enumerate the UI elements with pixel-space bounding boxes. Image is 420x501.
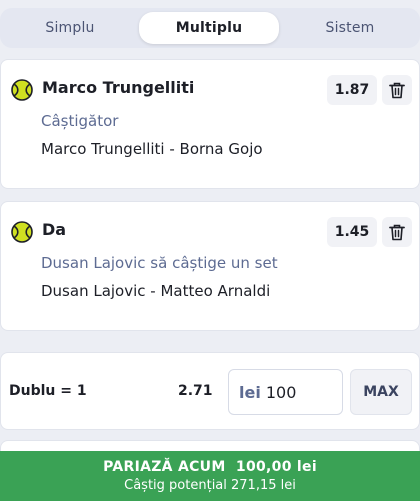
remove-bet-button[interactable] [382,75,412,105]
event-name: Marco Trungelliti - Borna Gojo [41,140,263,158]
trash-icon [389,224,405,240]
odds-badge: 1.87 [327,75,377,105]
trash-icon [389,82,405,98]
tab-simplu[interactable]: Simplu [0,12,140,44]
combination-label: Dublu = 1 [9,383,87,399]
total-odds: 2.71 [178,383,213,399]
event-name: Dusan Lajovic - Matteo Arnaldi [41,282,271,300]
bet-type-tabs: Simplu Multiplu Sistem [0,8,420,48]
stake-input[interactable]: lei 100 [228,369,343,415]
tennis-ball-icon [11,221,33,243]
odds-badge: 1.45 [327,217,377,247]
bet-card: Marco Trungelliti Câștigător Marco Trung… [0,59,420,189]
potential-win: Câștig potențial 271,15 lei [124,478,296,493]
market-name: Câștigător [41,112,119,130]
max-stake-button[interactable]: MAX [350,369,412,415]
selection-name: Marco Trungelliti [42,78,195,97]
place-bet-button[interactable]: PARIAZĂ ACUM 100,00 lei Câștig potențial… [0,451,420,501]
tab-multiplu[interactable]: Multiplu [139,12,279,44]
remove-bet-button[interactable] [382,217,412,247]
tab-sistem[interactable]: Sistem [280,12,420,44]
currency-label: lei [239,382,261,402]
tennis-ball-icon [11,79,33,101]
stake-amount[interactable]: 100 [266,383,297,402]
selection-name: Da [42,220,67,239]
bet-card: Da Dusan Lajovic să câștige un set Dusan… [0,201,420,331]
market-name: Dusan Lajovic să câștige un set [41,254,278,272]
stake-panel: Dublu = 1 2.71 lei 100 MAX [0,352,420,430]
place-bet-label: PARIAZĂ ACUM 100,00 lei [103,459,317,475]
